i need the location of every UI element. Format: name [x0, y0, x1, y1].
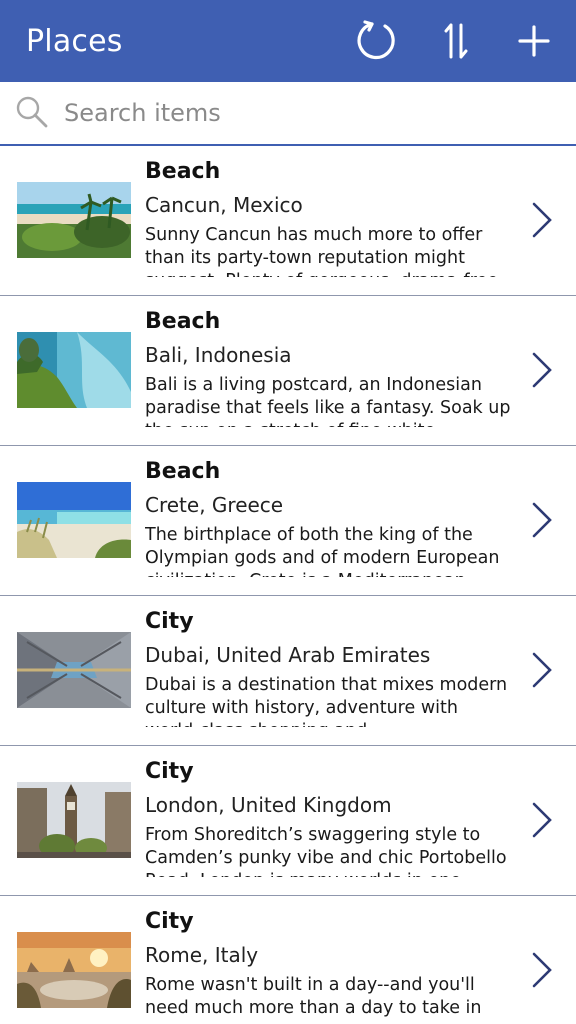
item-description: From Shoreditch’s swaggering style to Ca… [145, 825, 507, 877]
item-category: City [145, 909, 194, 934]
thumbnail-image [17, 482, 131, 558]
list-item[interactable]: City London, United Kingdom From Shoredi… [0, 746, 576, 896]
add-icon [518, 25, 550, 57]
refresh-button[interactable] [355, 19, 399, 63]
item-description: Dubai is a destination that mixes modern… [145, 675, 508, 727]
item-text: City Rome, Italy Rome wasn't built in a … [145, 908, 515, 1024]
item-text: Beach Crete, Greece The birthplace of bo… [145, 458, 515, 577]
item-location: Dubai, United Arab Emirates [145, 643, 431, 667]
search-bar [0, 82, 576, 146]
item-description: Sunny Cancun has much more to offer than… [145, 225, 498, 277]
list-item[interactable]: Beach Crete, Greece The birthplace of bo… [0, 446, 576, 596]
thumbnail-image [17, 182, 131, 258]
places-list: Beach Cancun, Mexico Sunny Cancun has mu… [0, 146, 576, 1024]
chevron-right-icon[interactable] [528, 950, 556, 990]
header-bar: Places [0, 0, 576, 82]
chevron-right-icon[interactable] [528, 650, 556, 690]
item-text: Beach Bali, Indonesia Bali is a living p… [145, 308, 515, 427]
page-title: Places [26, 24, 123, 59]
chevron-right-icon[interactable] [528, 350, 556, 390]
chevron-right-icon[interactable] [528, 800, 556, 840]
refresh-icon [357, 20, 395, 60]
sort-icon [444, 23, 468, 59]
item-text: City Dubai, United Arab Emirates Dubai i… [145, 608, 515, 727]
thumbnail-image [17, 782, 131, 858]
app-screen: Places Search items Beach Cancun, Mexico… [0, 0, 576, 1024]
item-description: Rome wasn't built in a day--and you'll n… [145, 975, 482, 1018]
thumbnail-image [17, 632, 131, 708]
item-description: The birthplace of both the king of the O… [145, 525, 500, 577]
list-item[interactable]: City Rome, Italy Rome wasn't built in a … [0, 896, 576, 1024]
item-location: Cancun, Mexico [145, 193, 303, 217]
item-text: City London, United Kingdom From Shoredi… [145, 758, 515, 877]
list-item[interactable]: Beach Bali, Indonesia Bali is a living p… [0, 296, 576, 446]
chevron-right-icon[interactable] [528, 200, 556, 240]
item-location: London, United Kingdom [145, 793, 392, 817]
sort-button[interactable] [434, 19, 478, 63]
item-description: Bali is a living postcard, an Indonesian… [145, 375, 511, 427]
thumbnail-image [17, 332, 131, 408]
list-item[interactable]: City Dubai, United Arab Emirates Dubai i… [0, 596, 576, 746]
item-text: Beach Cancun, Mexico Sunny Cancun has mu… [145, 158, 515, 277]
add-button[interactable] [512, 19, 556, 63]
search-input[interactable] [64, 94, 544, 132]
item-category: Beach [145, 159, 221, 184]
item-location: Bali, Indonesia [145, 343, 292, 367]
item-location: Rome, Italy [145, 943, 259, 967]
search-icon [16, 96, 48, 128]
list-item[interactable]: Beach Cancun, Mexico Sunny Cancun has mu… [0, 146, 576, 296]
item-category: City [145, 609, 194, 634]
thumbnail-image [17, 932, 131, 1008]
item-category: Beach [145, 459, 221, 484]
item-location: Crete, Greece [145, 493, 284, 517]
chevron-right-icon[interactable] [528, 500, 556, 540]
item-category: Beach [145, 309, 221, 334]
item-category: City [145, 759, 194, 784]
